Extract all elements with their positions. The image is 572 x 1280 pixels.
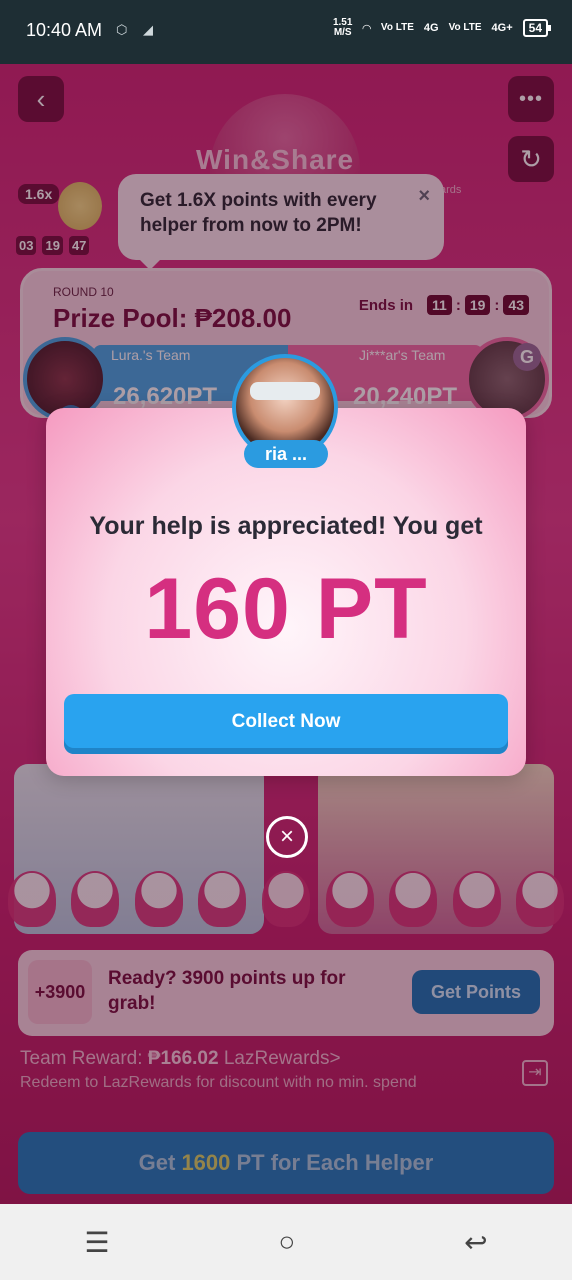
system-nav-bar: ☰ ○ ↩ [0,1204,572,1280]
sim1-gen: 4G [423,22,439,34]
sim1-signal: Vo LTE [380,22,414,33]
sim2-signal: Vo LTE [448,22,482,33]
modal-close-icon[interactable]: × [266,816,308,858]
sim2-gen: 4G+ [491,22,513,34]
menu-icon[interactable]: ☰ [84,1226,109,1259]
status-right: 1.51 M/S ◠ Vo LTE 4G Vo LTE 4G+ 54 [332,17,552,38]
back-icon[interactable]: ↩ [464,1226,487,1259]
wifi-icon: ◠ [362,22,371,35]
notification-icons: ⬡ ◢ [116,22,159,37]
home-icon[interactable]: ○ [278,1226,295,1258]
modal-message: Your help is appreciated! You get [89,512,483,540]
collect-now-button[interactable]: Collect Now [64,694,508,754]
modal-points: 160 PT [144,561,428,657]
network-speed: 1.51 M/S [332,17,353,38]
status-time: 10:40 AM [26,20,103,40]
status-bar: 10:40 AM ⬡ ◢ 1.51 M/S ◠ Vo LTE 4G Vo LTE… [0,0,572,64]
battery-indicator: 54 [522,19,552,37]
helper-name: ria ... [244,440,328,468]
